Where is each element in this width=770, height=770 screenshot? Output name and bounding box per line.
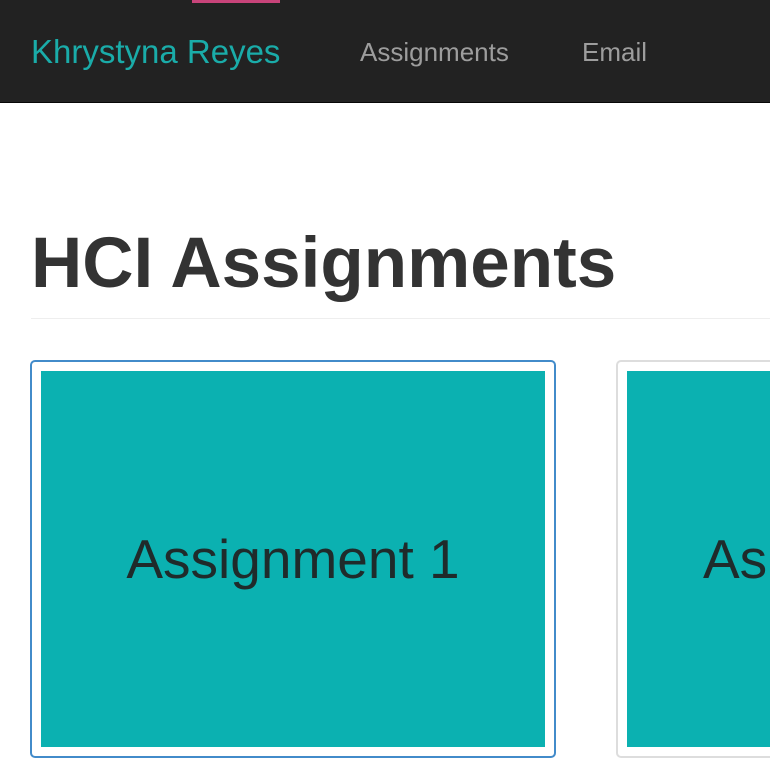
nav-link-email[interactable]: Email <box>582 34 647 70</box>
assignment-card-label: As <box>703 528 768 590</box>
nav-active-indicator <box>192 0 280 3</box>
nav-link-assignments[interactable]: Assignments <box>360 34 509 70</box>
brand-link[interactable]: Khrystyna Reyes <box>31 30 280 74</box>
page-title: HCI Assignments <box>31 224 617 303</box>
title-divider <box>31 318 770 319</box>
navbar: Khrystyna Reyes Assignments Email <box>0 0 770 103</box>
assignment-card-tile: As <box>627 371 770 747</box>
assignment-card-1[interactable]: Assignment 1 <box>30 360 556 758</box>
assignment-card-label: Assignment 1 <box>126 528 460 590</box>
assignment-card-2[interactable]: As <box>616 360 770 758</box>
assignment-card-tile: Assignment 1 <box>41 371 545 747</box>
page: Khrystyna Reyes Assignments Email HCI As… <box>0 0 770 770</box>
